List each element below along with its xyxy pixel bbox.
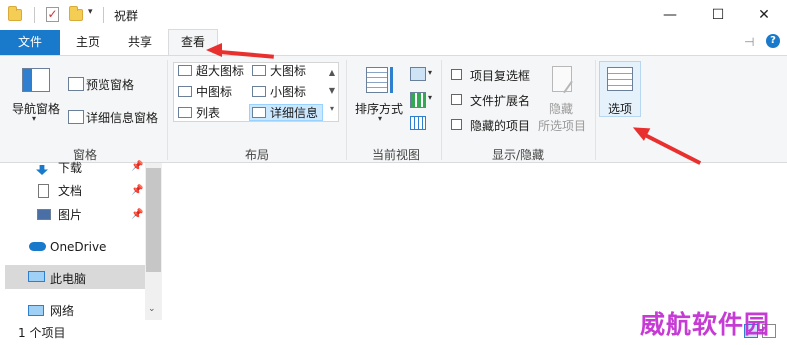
size-columns-icon[interactable] <box>410 116 426 130</box>
group-divider <box>595 60 596 160</box>
item-count: 1 个项目 <box>18 326 66 340</box>
details-icon <box>252 107 266 118</box>
preview-pane-icon[interactable] <box>68 77 84 91</box>
window-title: 祝群 <box>114 9 139 23</box>
maximize-button[interactable]: ☐ <box>695 0 741 30</box>
sort-arrow-icon <box>390 67 393 93</box>
hide-button[interactable]: 隐藏 <box>549 100 573 117</box>
details-pane-icon[interactable] <box>68 110 84 124</box>
folder-icon <box>8 6 22 21</box>
new-folder-icon[interactable] <box>69 6 83 21</box>
tab-home[interactable]: 主页 <box>68 30 108 55</box>
nav-pane-chevron-icon[interactable]: ▾ <box>32 114 36 123</box>
show-hide-group-label: 显示/隐藏 <box>491 148 545 162</box>
group-divider <box>167 60 168 160</box>
preview-pane-button[interactable]: 预览窗格 <box>86 76 134 93</box>
selected-items-button[interactable]: 所选项目 <box>538 117 586 134</box>
cloud-icon <box>29 242 46 251</box>
group-by-icon[interactable] <box>410 67 426 81</box>
help-icon[interactable]: ? <box>766 34 780 48</box>
pictures-icon <box>37 209 51 220</box>
network-icon <box>28 305 44 316</box>
pin-ribbon-icon[interactable]: ⊣ <box>744 35 754 49</box>
qat-customize-chevron-icon[interactable]: ▾ <box>88 7 93 17</box>
sort-by-icon[interactable] <box>366 67 388 93</box>
pin-icon: 📌 <box>131 185 144 196</box>
large-icons-icon <box>252 65 266 76</box>
gallery-scroll-up-icon[interactable]: ▲ <box>326 64 338 82</box>
group-divider <box>441 60 442 160</box>
sort-chevron-icon[interactable]: ▾ <box>378 114 382 123</box>
details-pane-button[interactable]: 详细信息窗格 <box>86 109 158 126</box>
nav-item-onedrive[interactable]: OneDrive <box>50 235 106 259</box>
nav-pane-highlight <box>23 69 32 91</box>
document-icon <box>38 184 49 198</box>
pin-icon: 📌 <box>131 161 144 172</box>
gallery-scroll-down-icon[interactable]: ▼ <box>326 82 338 100</box>
pin-icon: 📌 <box>131 209 144 220</box>
scroll-down-icon[interactable]: ⌄ <box>148 304 156 314</box>
close-button[interactable]: ✕ <box>741 0 787 30</box>
medium-icons-icon <box>178 86 192 97</box>
qat-divider <box>34 7 35 23</box>
options-label: 选项 <box>608 102 633 116</box>
tab-file[interactable]: 文件 <box>0 30 60 55</box>
nav-item-downloads[interactable]: 下载 <box>58 156 82 180</box>
add-columns-icon[interactable] <box>410 92 426 108</box>
file-extensions-label[interactable]: 文件扩展名 <box>470 92 530 109</box>
annotation-arrowhead-tab <box>206 43 222 57</box>
layout-medium-icons[interactable]: 中图标 <box>178 83 232 101</box>
options-icon <box>607 67 633 91</box>
group-divider <box>346 60 347 160</box>
hidden-items-checkbox[interactable] <box>451 119 462 130</box>
item-checkboxes-label[interactable]: 项目复选框 <box>470 67 530 84</box>
nav-item-pictures[interactable]: 图片 <box>58 203 82 227</box>
computer-icon <box>28 271 45 282</box>
nav-scrollbar-thumb[interactable] <box>146 168 161 272</box>
layout-group-label: 布局 <box>244 148 269 162</box>
gallery-expand-icon[interactable]: ▾ <box>326 100 338 118</box>
tab-share[interactable]: 共享 <box>118 30 162 55</box>
layout-small-icons[interactable]: 小图标 <box>252 83 306 101</box>
small-icons-icon <box>252 86 266 97</box>
properties-check-icon[interactable]: ✓ <box>46 7 59 22</box>
layout-list[interactable]: 列表 <box>178 104 220 122</box>
title-divider <box>103 7 104 23</box>
hidden-items-label[interactable]: 隐藏的项目 <box>470 117 530 134</box>
layout-details[interactable]: 详细信息 <box>252 104 318 122</box>
extra-large-icons-icon <box>178 65 192 76</box>
minimize-button[interactable]: — <box>647 0 693 30</box>
nav-item-this-pc[interactable]: 此电脑 <box>50 267 86 291</box>
file-list-area[interactable] <box>162 163 787 320</box>
navigation-pane-icon[interactable] <box>22 68 50 92</box>
layout-large-icons[interactable]: 大图标 <box>252 62 306 80</box>
group-by-chevron-icon[interactable]: ▾ <box>428 68 432 77</box>
layout-extra-large-icons[interactable]: 超大图标 <box>178 62 244 80</box>
list-icon <box>178 107 192 118</box>
hide-selected-icon[interactable] <box>552 66 572 92</box>
item-checkboxes-checkbox[interactable] <box>451 69 462 80</box>
current-view-group-label: 当前视图 <box>371 148 420 162</box>
file-extensions-checkbox[interactable] <box>451 94 462 105</box>
nav-item-documents[interactable]: 文档 <box>58 179 82 203</box>
add-columns-chevron-icon[interactable]: ▾ <box>428 93 432 102</box>
watermark: 威航软件园 <box>640 310 771 339</box>
